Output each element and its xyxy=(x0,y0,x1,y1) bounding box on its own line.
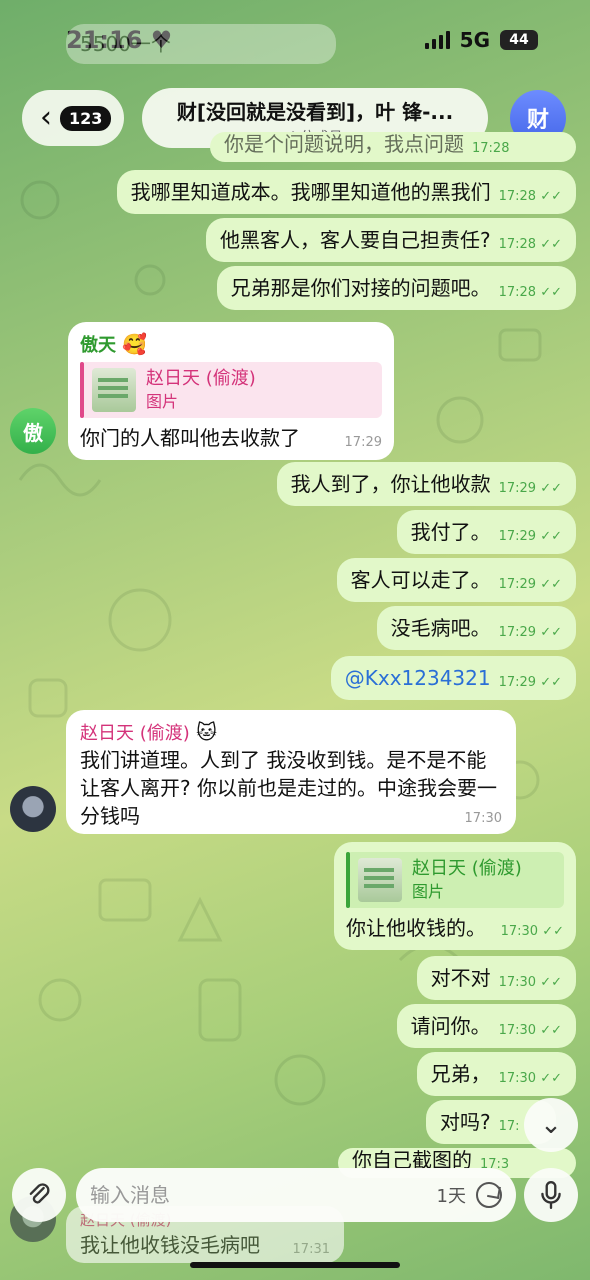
message-bubble[interactable]: @Kxx1234321 17:29 ✓✓ xyxy=(330,656,576,700)
status-icons: 5G 44 xyxy=(424,28,538,52)
message-time: 17:29 ✓✓ xyxy=(498,528,562,544)
message-time: 17:29 ✓✓ xyxy=(498,480,562,496)
message-time: 17:29 ✓✓ xyxy=(498,674,562,690)
message-time: 17:28 ✓✓ xyxy=(498,188,562,204)
timer-icon[interactable] xyxy=(476,1182,502,1208)
message-bubble[interactable]: 请问你。 17:30 ✓✓ xyxy=(396,1004,576,1048)
quote-thumbnail xyxy=(92,367,136,412)
microphone-button[interactable] xyxy=(524,1168,578,1222)
sender-name: 赵日天 (偷渡) 🐱 xyxy=(80,720,217,744)
mention-link[interactable]: @Kxx1234321 xyxy=(345,664,491,692)
attach-button[interactable] xyxy=(12,1168,66,1222)
message-bubble[interactable]: 赵日天 (偷渡) 图片 你让他收钱的。 17:30 ✓✓ xyxy=(334,842,576,950)
unread-count-badge: 123 xyxy=(60,105,112,131)
message-composer: 1天 xyxy=(76,1168,516,1222)
message-bubble[interactable]: 我付了。 17:29 ✓✓ xyxy=(396,510,576,554)
message-bubble[interactable]: 我人到了，你让他收款 17:29 ✓✓ xyxy=(276,462,576,506)
scroll-down-button[interactable]: ⌄ xyxy=(524,1098,578,1152)
message-bubble[interactable]: 没毛病吧。 17:29 ✓✓ xyxy=(376,606,576,650)
microphone-icon xyxy=(541,1180,561,1210)
quote-thumbnail xyxy=(358,857,402,902)
message-time: 17:29 ✓✓ xyxy=(498,576,562,592)
message-time: 17:28 ✓✓ xyxy=(498,236,562,252)
message-bubble-incoming[interactable]: 傲天 🥰 赵日天 (偷渡) 图片 你门的人都叫他去收款了 17:29 xyxy=(68,322,394,460)
message-bubble[interactable]: 我哪里知道成本。我哪里知道他的黑我们 17:28 ✓✓ xyxy=(116,170,576,214)
message-bubble[interactable]: 兄弟那是你们对接的问题吧。 17:28 ✓✓ xyxy=(216,266,576,310)
message-bubble[interactable]: 兄弟， 17:30 ✓✓ xyxy=(416,1052,576,1096)
cellular-signal-icon xyxy=(424,31,450,49)
chevron-left-icon: ‹ xyxy=(40,100,52,135)
back-button[interactable]: ‹ 123 xyxy=(22,90,124,146)
message-bubble[interactable]: 对不对 17:30 ✓✓ xyxy=(416,956,576,1000)
message-bubble-incoming[interactable]: 赵日天 (偷渡) 🐱 我们讲道理。人到了 我没收到钱。是不是不能让客人离开? 你… xyxy=(66,710,516,835)
sender-avatar[interactable]: 傲 xyxy=(10,408,56,454)
message-input[interactable] xyxy=(90,1183,437,1207)
reply-quote[interactable]: 赵日天 (偷渡) 图片 xyxy=(346,852,564,908)
battery-icon: 44 xyxy=(500,30,538,50)
message-bubble[interactable]: 他黑客人，客人要自己担责任? 17:28 ✓✓ xyxy=(205,218,576,262)
chevron-down-icon: ⌄ xyxy=(540,1110,562,1140)
sender-avatar[interactable] xyxy=(10,786,56,832)
chat-title: 财[没回就是没看到]，叶 锋-... xyxy=(176,100,454,124)
message-time: 17:30 ✓✓ xyxy=(498,1070,562,1086)
message-time: 17:29 ✓✓ xyxy=(498,624,562,640)
message-time: 17:30 ✓✓ xyxy=(500,924,564,940)
message-time: 17:28 ✓✓ xyxy=(498,284,562,300)
message-time: 17:30 ✓✓ xyxy=(498,1022,562,1038)
home-indicator xyxy=(190,1262,400,1268)
sender-name: 傲天 🥰 xyxy=(80,332,148,356)
network-type: 5G xyxy=(459,28,490,52)
message-bubble[interactable]: 客人可以走了。 17:29 ✓✓ xyxy=(336,558,576,602)
auto-delete-label[interactable]: 1天 xyxy=(437,1182,466,1208)
message-bubble[interactable]: 你是个问题说明，我点问题 17:28 xyxy=(210,132,576,162)
reply-quote[interactable]: 赵日天 (偷渡) 图片 xyxy=(80,362,382,418)
partial-message-top: 5500一个 xyxy=(66,24,336,64)
message-time: 17:30 ✓✓ xyxy=(498,974,562,990)
paperclip-icon xyxy=(29,1183,50,1204)
